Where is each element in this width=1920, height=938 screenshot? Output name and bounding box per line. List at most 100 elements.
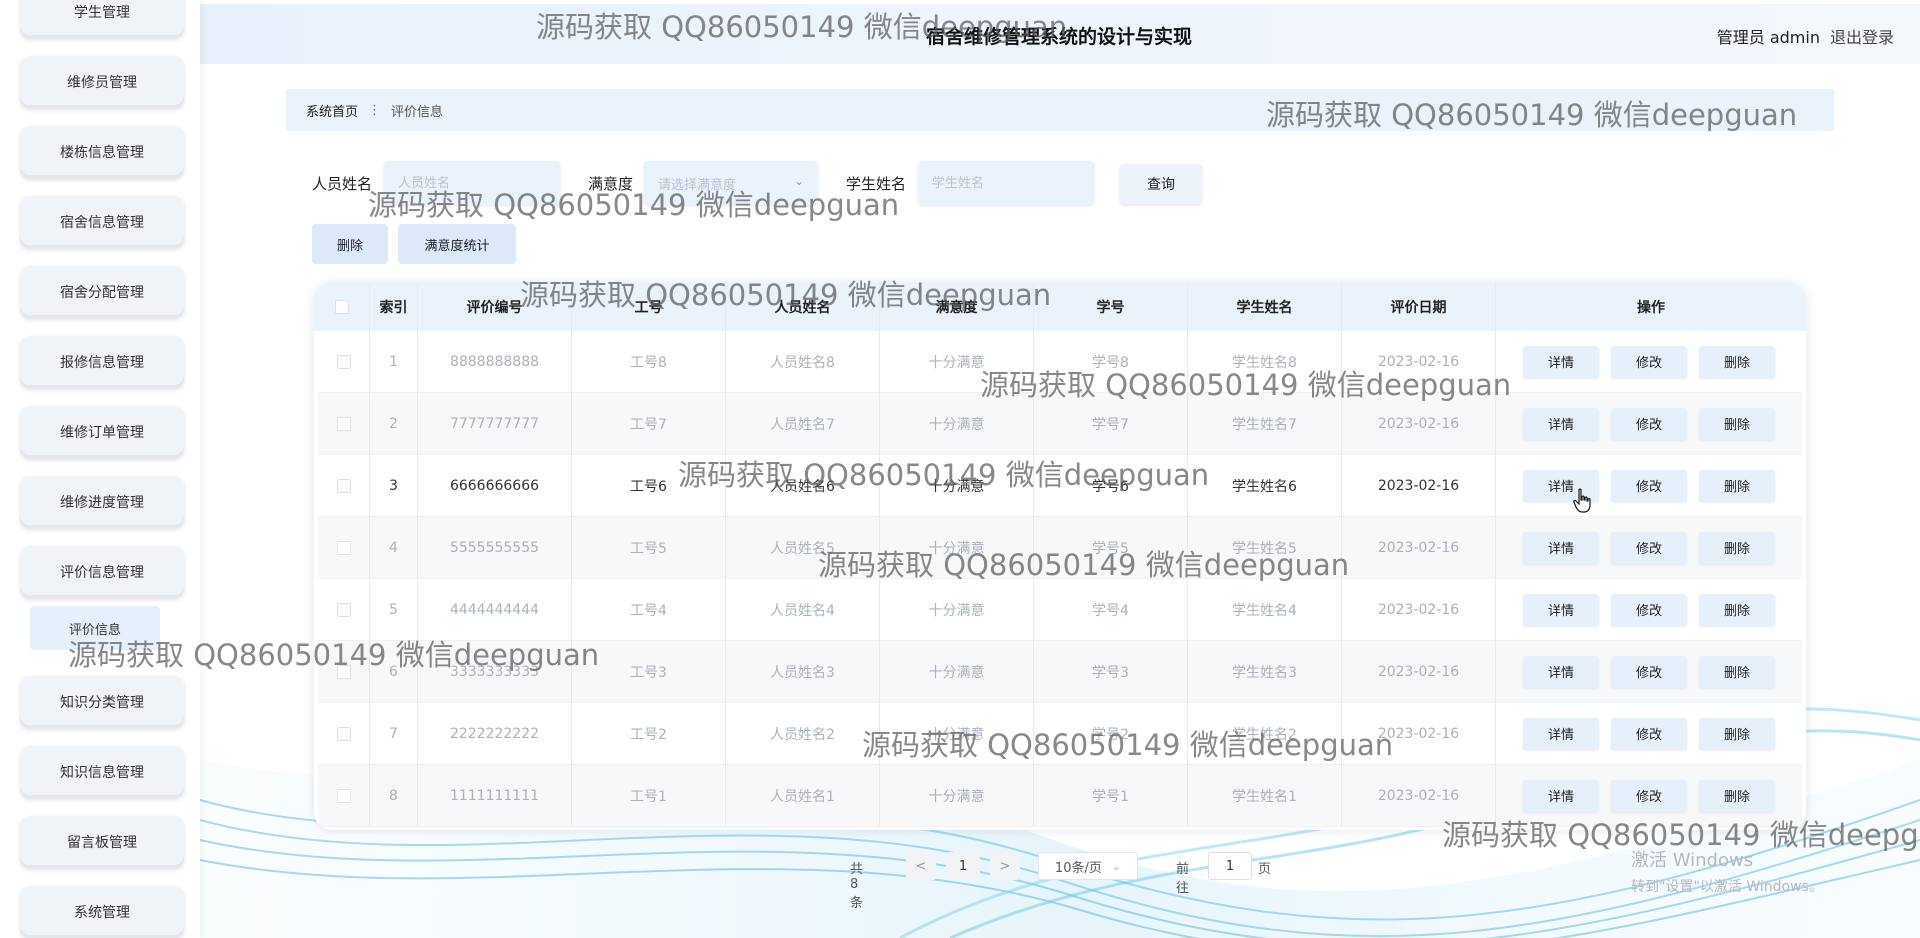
- select-all-checkbox[interactable]: [334, 300, 349, 314]
- row-staff-no: 工号3: [572, 641, 726, 702]
- page-number-1[interactable]: 1: [946, 852, 980, 880]
- windows-activation-title: 激活 Windows: [1631, 850, 1754, 871]
- row-checkbox[interactable]: [336, 664, 351, 679]
- prev-page-button[interactable]: <: [906, 852, 936, 880]
- student-name-input[interactable]: [918, 161, 1094, 205]
- row-checkbox[interactable]: [336, 726, 351, 741]
- row-checkbox[interactable]: [336, 602, 351, 617]
- row-checkbox[interactable]: [336, 354, 351, 369]
- row-date: 2023-02-16: [1342, 517, 1496, 578]
- edit-button[interactable]: 修改: [1611, 469, 1687, 502]
- next-page-button[interactable]: >: [990, 852, 1020, 880]
- edit-button[interactable]: 修改: [1611, 717, 1687, 750]
- row-checkbox[interactable]: [336, 478, 351, 493]
- sidebar-item-repairers[interactable]: 维修员管理: [20, 56, 184, 108]
- row-staff-name: 人员姓名7: [726, 393, 880, 454]
- delete-button[interactable]: 删除: [1699, 593, 1775, 626]
- detail-button[interactable]: 详情: [1523, 655, 1599, 688]
- sidebar-item-evaluations[interactable]: 评价信息管理: [20, 546, 184, 598]
- detail-button[interactable]: 详情: [1523, 531, 1599, 564]
- row-checkbox[interactable]: [336, 540, 351, 555]
- hand-cursor-icon: [1573, 488, 1591, 513]
- sidebar-item-system[interactable]: 系统管理: [20, 886, 184, 938]
- detail-button[interactable]: 详情: [1523, 717, 1599, 750]
- table-row[interactable]: 4 5555555555 工号5 人员姓名5 十分满意 学号5 学生姓名5 2023-02-1…: [318, 517, 1802, 579]
- table-row[interactable]: 8 1111111111 工号1 人员姓名1 十分满意 学号1 学生姓名1 2023-02-1…: [318, 765, 1802, 827]
- batch-delete-button[interactable]: 删除: [312, 224, 388, 264]
- row-date: 2023-02-16: [1342, 641, 1496, 702]
- row-student-name: 学生姓名8: [1188, 331, 1342, 392]
- detail-button[interactable]: 详情: [1523, 593, 1599, 626]
- satisfaction-stats-button[interactable]: 满意度统计: [398, 224, 516, 264]
- admin-label: 管理员 admin: [1716, 28, 1820, 47]
- table-row[interactable]: 7 2222222222 工号2 人员姓名2 十分满意 学号2 学生姓名2 2023-02-1…: [318, 703, 1802, 765]
- table-body: 1 8888888888 工号8 人员姓名8 十分满意 学号8 学生姓名8 2023-02-1…: [318, 331, 1802, 827]
- row-index: 8: [370, 765, 418, 826]
- sidebar-item-repair-progress[interactable]: 维修进度管理: [20, 476, 184, 528]
- table-row[interactable]: 1 8888888888 工号8 人员姓名8 十分满意 学号8 学生姓名8 2023-02-1…: [318, 331, 1802, 393]
- chevron-right-icon: >: [999, 858, 1011, 874]
- goto-page-input[interactable]: [1208, 852, 1252, 880]
- satisfaction-select[interactable]: 请选择满意度 ⌄: [644, 161, 818, 205]
- sidebar-item-students[interactable]: 学生管理: [20, 0, 184, 38]
- table-row[interactable]: 6 3333333333 工号3 人员姓名3 十分满意 学号3 学生姓名3 2023-02-1…: [318, 641, 1802, 703]
- row-checkbox[interactable]: [336, 788, 351, 803]
- sidebar-item-buildings[interactable]: 楼栋信息管理: [20, 126, 184, 178]
- sidebar-item-repair-reports[interactable]: 报修信息管理: [20, 336, 184, 388]
- sidebar-item-message-board[interactable]: 留言板管理: [20, 816, 184, 868]
- row-satisfaction: 十分满意: [880, 765, 1034, 826]
- row-student-no: 学号8: [1034, 331, 1188, 392]
- row-student-name: 学生姓名5: [1188, 517, 1342, 578]
- row-actions: 详情 修改 删除: [1496, 703, 1802, 764]
- row-actions: 详情 修改 删除: [1496, 641, 1802, 702]
- sidebar-item-label: 维修员管理: [67, 75, 137, 91]
- header-select-all[interactable]: [314, 283, 370, 331]
- sidebar-item-dorms[interactable]: 宿舍信息管理: [20, 196, 184, 248]
- header-satisfaction: 满意度: [880, 283, 1034, 331]
- page-size-select[interactable]: 10条/页 ⌄: [1038, 852, 1138, 880]
- delete-button[interactable]: 删除: [1699, 531, 1775, 564]
- delete-button[interactable]: 删除: [1699, 779, 1775, 812]
- delete-button[interactable]: 删除: [1699, 469, 1775, 502]
- edit-button[interactable]: 修改: [1611, 407, 1687, 440]
- sidebar-item-dorm-allocation[interactable]: 宿舍分配管理: [20, 266, 184, 318]
- row-staff-name: 人员姓名2: [726, 703, 880, 764]
- breadcrumb-current: 评价信息: [391, 104, 444, 120]
- sidebar-item-knowledge-info[interactable]: 知识信息管理: [20, 746, 184, 798]
- staff-name-input[interactable]: [384, 161, 560, 205]
- row-student-no: 学号4: [1034, 579, 1188, 640]
- detail-button[interactable]: 详情: [1523, 779, 1599, 812]
- sidebar-item-label: 报修信息管理: [60, 355, 144, 371]
- edit-button[interactable]: 修改: [1611, 593, 1687, 626]
- sidebar-item-repair-orders[interactable]: 维修订单管理: [20, 406, 184, 458]
- sidebar-item-knowledge-categories[interactable]: 知识分类管理: [20, 676, 184, 728]
- row-satisfaction: 十分满意: [880, 641, 1034, 702]
- delete-button[interactable]: 删除: [1699, 655, 1775, 688]
- query-button[interactable]: 查询: [1120, 164, 1202, 204]
- sidebar-subitem-evaluation-info[interactable]: 评价信息: [30, 606, 160, 650]
- sidebar-item-label: 留言板管理: [67, 835, 137, 851]
- goto-suffix: 页: [1258, 862, 1272, 877]
- row-index: 2: [370, 393, 418, 454]
- logout-link[interactable]: 退出登录: [1830, 28, 1894, 47]
- edit-button[interactable]: 修改: [1611, 345, 1687, 378]
- breadcrumb-home[interactable]: 系统首页: [306, 101, 358, 120]
- detail-button[interactable]: 详情: [1523, 407, 1599, 440]
- batch-delete-label: 删除: [336, 238, 363, 254]
- row-checkbox[interactable]: [336, 416, 351, 431]
- header-actions: 操作: [1637, 300, 1665, 316]
- delete-button[interactable]: 删除: [1699, 345, 1775, 378]
- satisfaction-label: 满意度: [588, 175, 634, 193]
- detail-button[interactable]: 详情: [1523, 345, 1599, 378]
- delete-button[interactable]: 删除: [1699, 717, 1775, 750]
- table-row[interactable]: 2 7777777777 工号7 人员姓名7 十分满意 学号7 学生姓名7 2023-02-1…: [318, 393, 1802, 455]
- header-code: 评价编号: [418, 283, 572, 331]
- edit-button[interactable]: 修改: [1611, 655, 1687, 688]
- delete-button[interactable]: 删除: [1699, 407, 1775, 440]
- edit-button[interactable]: 修改: [1611, 531, 1687, 564]
- table-row[interactable]: 5 4444444444 工号4 人员姓名4 十分满意 学号4 学生姓名4 2023-02-1…: [318, 579, 1802, 641]
- row-student-name: 学生姓名6: [1188, 455, 1342, 516]
- edit-button[interactable]: 修改: [1611, 779, 1687, 812]
- row-actions: 详情 修改 删除: [1496, 517, 1802, 578]
- row-satisfaction: 十分满意: [880, 703, 1034, 764]
